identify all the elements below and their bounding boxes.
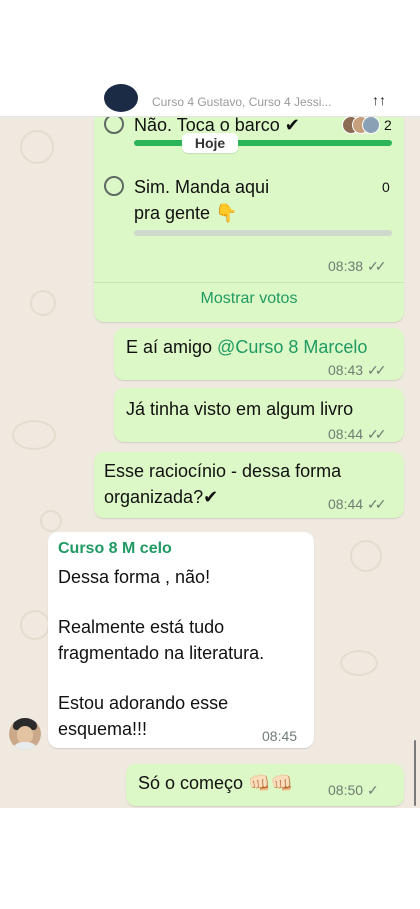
- read-receipt-icon: ✓✓: [367, 426, 387, 442]
- wallpaper-doodle: [12, 420, 56, 450]
- wallpaper-doodle: [20, 610, 50, 640]
- read-receipt-icon: ✓✓: [367, 258, 387, 274]
- show-votes-button[interactable]: Mostrar votos: [94, 290, 404, 308]
- message-time: 08:50 ✓: [328, 782, 379, 798]
- voter-avatars: [342, 116, 382, 134]
- sender-name[interactable]: Curso 8 M celo: [58, 540, 172, 558]
- message-time: 08:43 ✓✓: [328, 362, 387, 378]
- wallpaper-doodle: [340, 650, 378, 676]
- wallpaper-doodle: [350, 540, 382, 572]
- sender-avatar[interactable]: [9, 718, 41, 750]
- message-time: 08:45: [262, 728, 298, 744]
- wallpaper-doodle: [30, 290, 56, 316]
- poll-option-bar: [134, 140, 392, 146]
- message-text-line2: organizada?✔: [104, 487, 219, 507]
- wallpaper-doodle: [20, 130, 54, 164]
- message-text: E aí amigo @Curso 8 Marcelo: [126, 337, 368, 357]
- message-text: Só o começo 👊🏻👊🏻: [138, 773, 293, 793]
- message-time: 08:44 ✓✓: [328, 426, 387, 442]
- incoming-line: Estou adorando esse: [58, 693, 229, 713]
- poll-option-label-line1[interactable]: Sim. Manda aqui: [134, 174, 269, 200]
- poll-option-label-line2[interactable]: pra gente 👇: [134, 200, 237, 226]
- group-avatar[interactable]: [104, 84, 138, 112]
- incoming-line: Dessa forma , não!: [58, 567, 211, 587]
- scrollbar[interactable]: [414, 740, 416, 806]
- poll-time: 08:38 ✓✓: [328, 258, 387, 274]
- read-receipt-icon: ✓✓: [367, 362, 387, 378]
- mention-link[interactable]: @Curso 8 Marcelo: [217, 337, 367, 357]
- message-text-line1: Esse raciocínio - dessa forma: [104, 461, 342, 481]
- message-time: 08:44 ✓✓: [328, 496, 387, 512]
- poll-option-bar: [134, 230, 392, 236]
- date-chip: Hoje: [182, 133, 238, 153]
- poll-divider: [94, 282, 404, 283]
- signal-icon: ↑↑: [372, 92, 386, 108]
- read-receipt-icon: ✓✓: [367, 496, 387, 512]
- chat-header[interactable]: Curso 4 Gustavo, Curso 4 Jessi... ↑↑: [0, 84, 420, 117]
- incoming-line: fragmentado na literatura.: [58, 643, 265, 663]
- avatar-shirt: [11, 742, 39, 750]
- incoming-line: Realmente está tudo: [58, 617, 225, 637]
- sent-tick-icon: ✓: [367, 782, 379, 798]
- poll-option-radio[interactable]: [104, 176, 124, 196]
- poll-option-radio[interactable]: [104, 114, 124, 134]
- wallpaper-doodle: [40, 510, 62, 532]
- message-text: Já tinha visto em algum livro: [126, 399, 354, 419]
- poll-option-vote-count: 0: [382, 179, 390, 195]
- group-members: Curso 4 Gustavo, Curso 4 Jessi...: [152, 95, 332, 109]
- incoming-line: esquema!!!: [58, 719, 148, 739]
